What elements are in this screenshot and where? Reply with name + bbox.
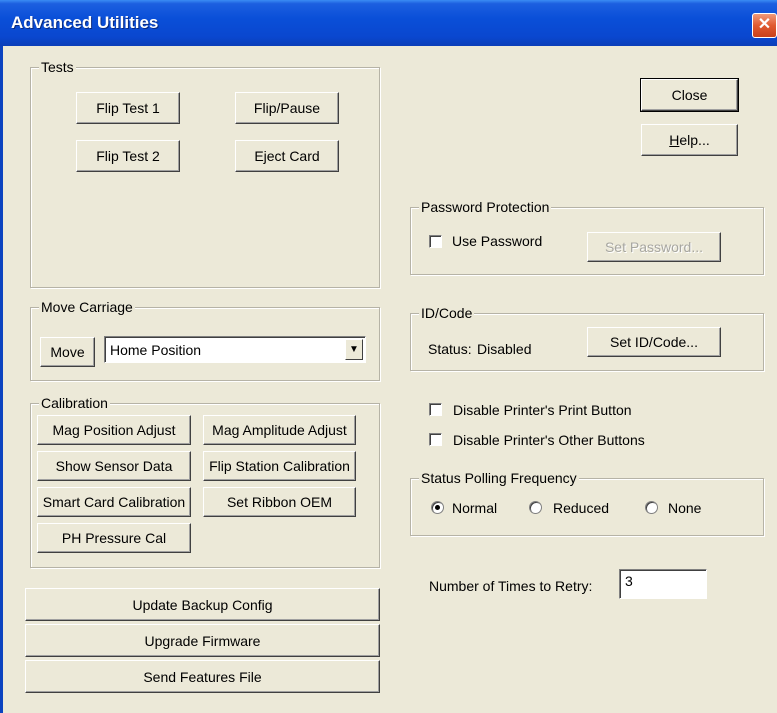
set-ribbon-oem-button[interactable]: Set Ribbon OEM	[203, 487, 356, 517]
set-id-code-button[interactable]: Set ID/Code...	[587, 327, 721, 357]
polling-normal-label[interactable]: Normal	[452, 499, 497, 517]
use-password-checkbox[interactable]	[429, 235, 442, 248]
show-sensor-data-button[interactable]: Show Sensor Data	[37, 451, 191, 481]
help-button-accel: H	[669, 132, 680, 148]
mag-position-adjust-button[interactable]: Mag Position Adjust	[37, 415, 191, 445]
carriage-position-select[interactable]: Home Position ▼	[104, 336, 366, 363]
status-polling-group-label: Status Polling Frequency	[419, 469, 579, 487]
tests-group-label: Tests	[39, 58, 76, 76]
retry-label: Number of Times to Retry:	[429, 578, 593, 594]
id-code-status-label: Status:	[428, 341, 472, 357]
polling-none-label[interactable]: None	[668, 499, 701, 517]
retry-count-input[interactable]: 3	[619, 569, 707, 599]
flip-pause-button[interactable]: Flip/Pause	[235, 92, 339, 124]
window-close-button[interactable]: ✕	[752, 13, 777, 38]
eject-card-button[interactable]: Eject Card	[235, 140, 339, 172]
ph-pressure-cal-button[interactable]: PH Pressure Cal	[37, 523, 191, 553]
flip-test-2-button[interactable]: Flip Test 2	[76, 140, 180, 172]
close-icon: ✕	[757, 16, 772, 33]
title-bar[interactable]: Advanced Utilities ✕	[0, 0, 777, 46]
window-title: Advanced Utilities	[11, 13, 159, 32]
set-password-button[interactable]: Set Password...	[587, 232, 721, 262]
polling-reduced-label[interactable]: Reduced	[553, 499, 609, 517]
help-button[interactable]: Help...	[641, 124, 738, 156]
upgrade-firmware-button[interactable]: Upgrade Firmware	[25, 624, 380, 657]
move-carriage-group-label: Move Carriage	[39, 298, 135, 316]
polling-none-radio[interactable]	[645, 501, 658, 514]
flip-test-1-button[interactable]: Flip Test 1	[76, 92, 180, 124]
use-password-label[interactable]: Use Password	[452, 232, 542, 250]
calibration-group-label: Calibration	[39, 394, 110, 412]
disable-print-button-checkbox[interactable]	[429, 403, 442, 416]
send-features-file-button[interactable]: Send Features File	[25, 660, 380, 693]
update-backup-config-button[interactable]: Update Backup Config	[25, 588, 380, 621]
polling-normal-radio[interactable]	[431, 501, 444, 514]
disable-other-buttons-label[interactable]: Disable Printer's Other Buttons	[453, 431, 645, 449]
disable-other-buttons-checkbox[interactable]	[429, 433, 442, 446]
flip-station-calibration-button[interactable]: Flip Station Calibration	[203, 451, 356, 481]
close-button[interactable]: Close	[640, 78, 739, 112]
carriage-position-value: Home Position	[110, 342, 202, 358]
move-button[interactable]: Move	[40, 337, 95, 367]
help-button-label: elp...	[679, 132, 710, 148]
id-code-status-value: Disabled	[477, 341, 532, 357]
id-code-group-label: ID/Code	[419, 304, 475, 322]
dropdown-arrow-icon[interactable]: ▼	[345, 339, 363, 360]
password-protection-group-label: Password Protection	[419, 198, 552, 216]
chevron-down-icon: ▼	[349, 344, 359, 355]
disable-print-button-label[interactable]: Disable Printer's Print Button	[453, 401, 632, 419]
polling-reduced-radio[interactable]	[529, 501, 542, 514]
smart-card-calibration-button[interactable]: Smart Card Calibration	[37, 487, 191, 517]
mag-amplitude-adjust-button[interactable]: Mag Amplitude Adjust	[203, 415, 356, 445]
